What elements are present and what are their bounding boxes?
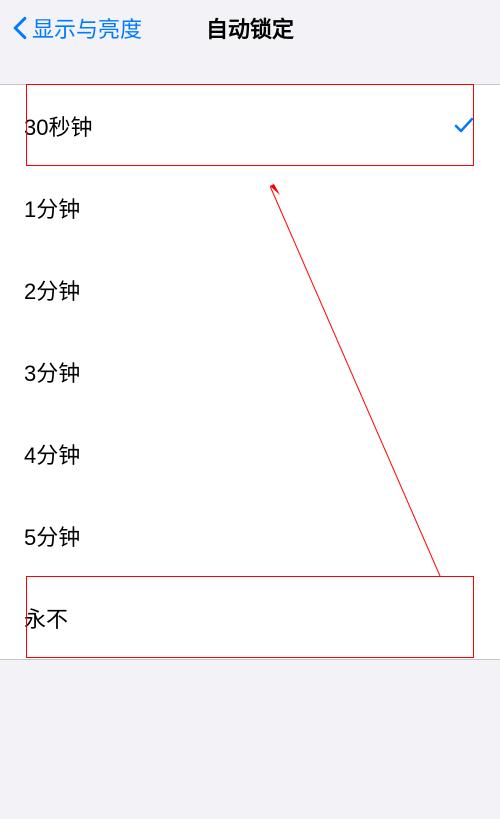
option-label: 1分钟 xyxy=(24,192,80,224)
option-label: 永不 xyxy=(24,602,68,634)
option-label: 3分钟 xyxy=(24,356,80,388)
option-3-minutes[interactable]: 3分钟 xyxy=(0,331,500,413)
option-label: 30秒钟 xyxy=(24,110,92,142)
checkmark-icon xyxy=(452,114,476,138)
chevron-left-icon xyxy=(12,16,28,40)
option-30-seconds[interactable]: 30秒钟 xyxy=(0,85,500,167)
back-label: 显示与亮度 xyxy=(32,12,142,44)
option-never[interactable]: 永不 xyxy=(0,577,500,659)
option-label: 4分钟 xyxy=(24,438,80,470)
option-label: 2分钟 xyxy=(24,274,80,306)
back-button[interactable]: 显示与亮度 xyxy=(12,12,142,44)
options-list: 30秒钟 1分钟 2分钟 3分钟 4分钟 5分钟 永不 xyxy=(0,84,500,660)
option-4-minutes[interactable]: 4分钟 xyxy=(0,413,500,495)
header-bar: 显示与亮度 自动锁定 xyxy=(0,0,500,56)
option-label: 5分钟 xyxy=(24,520,80,552)
option-2-minutes[interactable]: 2分钟 xyxy=(0,249,500,331)
page-title: 自动锁定 xyxy=(206,12,294,44)
option-1-minute[interactable]: 1分钟 xyxy=(0,167,500,249)
option-5-minutes[interactable]: 5分钟 xyxy=(0,495,500,577)
